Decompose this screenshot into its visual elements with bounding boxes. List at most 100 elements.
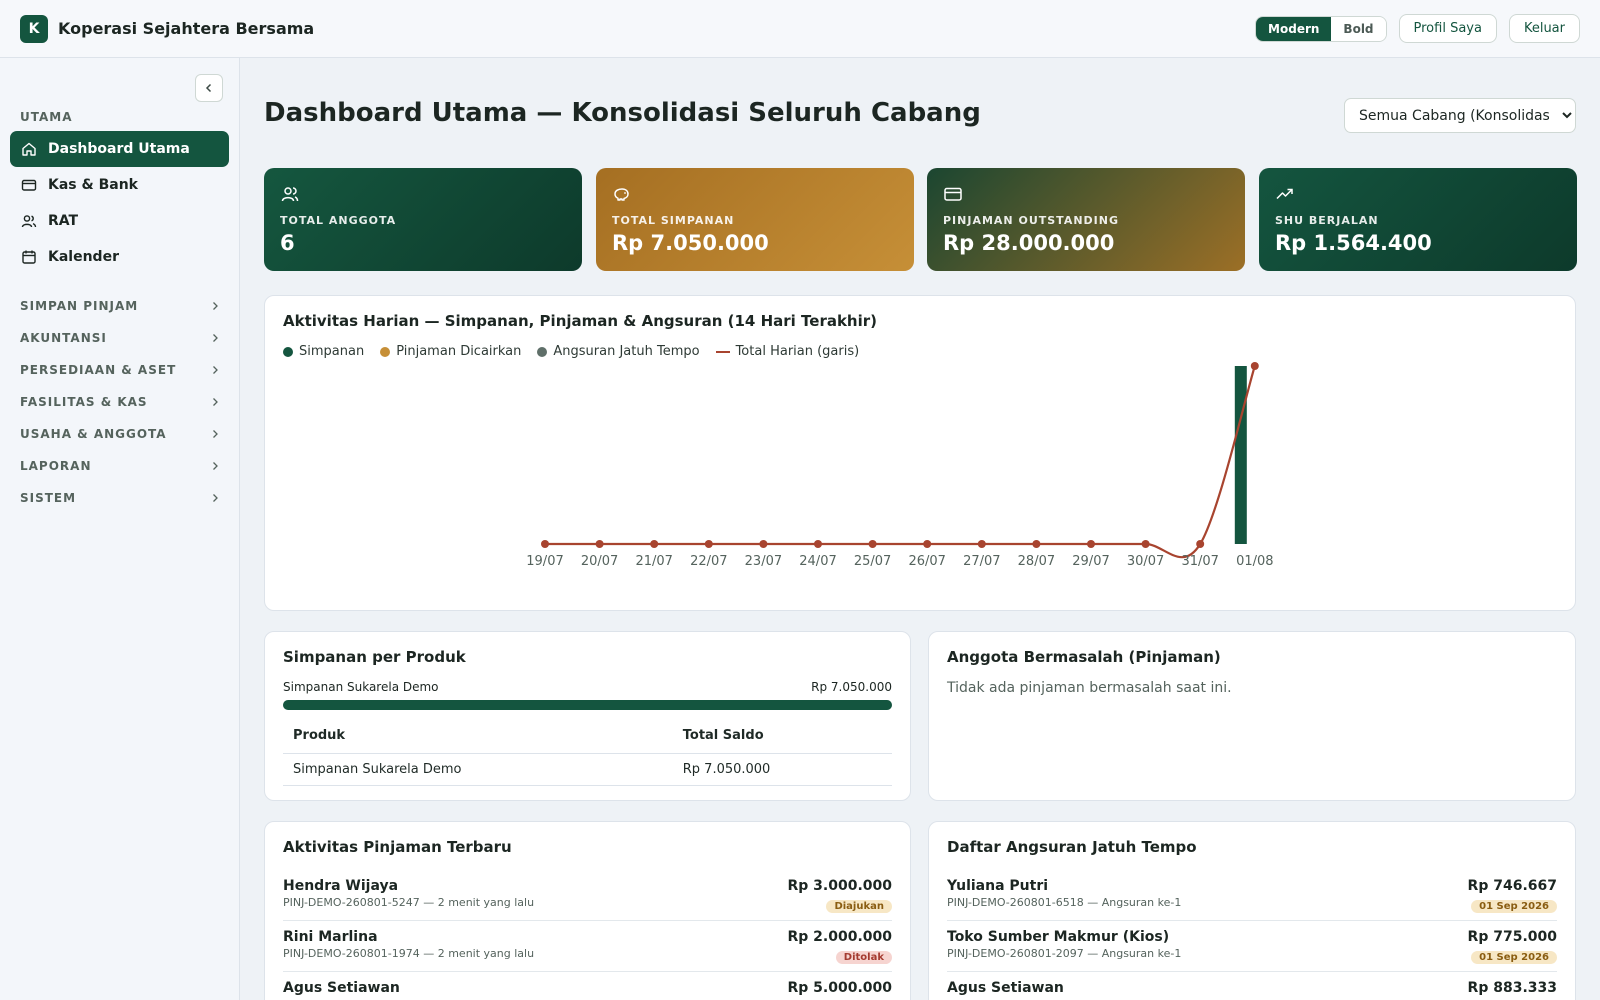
line-point[interactable] bbox=[595, 540, 604, 548]
line-point[interactable] bbox=[650, 540, 659, 548]
legend-item-pinjaman[interactable]: Pinjaman Dicairkan bbox=[380, 344, 521, 359]
product-bar-value: Rp 7.050.000 bbox=[811, 680, 892, 694]
problem-members-card: Anggota Bermasalah (Pinjaman) Tidak ada … bbox=[928, 631, 1576, 801]
table-row: Simpanan Sukarela Demo Rp 7.050.000 bbox=[283, 753, 892, 786]
theme-mode-toggle[interactable]: Modern Bold bbox=[1255, 15, 1387, 42]
list-item[interactable]: Toko Sumber Makmur (Kios) PINJ-DEMO-2608… bbox=[947, 921, 1557, 972]
stat-label: PINJAMAN OUTSTANDING bbox=[943, 214, 1119, 227]
x-tick-label: 19/07 bbox=[526, 554, 563, 569]
installment-reference: PINJ-DEMO-260801-6518 — Angsuran ke-1 bbox=[947, 896, 1182, 909]
column-header-produk: Produk bbox=[283, 718, 673, 754]
sidebar-item-rat[interactable]: RAT bbox=[10, 203, 229, 239]
status-badge: Ditolak bbox=[835, 951, 892, 964]
stat-label: SHU BERJALAN bbox=[1275, 214, 1379, 227]
x-tick-label: 20/07 bbox=[581, 554, 618, 569]
chevron-right-icon bbox=[213, 302, 218, 310]
sidebar-item-kas-bank[interactable]: Kas & Bank bbox=[10, 167, 229, 203]
table-header-row: Produk Total Saldo bbox=[283, 718, 892, 754]
line-point[interactable] bbox=[1087, 540, 1095, 548]
sidebar-group-simpan-pinjam[interactable]: SIMPAN PINJAM bbox=[20, 290, 220, 322]
chart-legend: Simpanan Pinjaman Dicairkan Angsuran Jat… bbox=[283, 344, 1557, 359]
line-point[interactable] bbox=[704, 540, 713, 548]
stat-card-total-anggota: TOTAL ANGGOTA 6 bbox=[264, 168, 582, 271]
sidebar-group-laporan[interactable]: LAPORAN bbox=[20, 450, 220, 482]
line-point[interactable] bbox=[977, 540, 986, 548]
product-table: Produk Total Saldo Simpanan Sukarela Dem… bbox=[283, 718, 892, 786]
loan-amount: Rp 5.000.000 bbox=[787, 980, 892, 996]
mode-modern-button[interactable]: Modern bbox=[1256, 16, 1332, 41]
legend-item-simpanan[interactable]: Simpanan bbox=[283, 344, 364, 359]
sidebar-group-usaha-anggota[interactable]: USAHA & ANGGOTA bbox=[20, 418, 220, 450]
sidebar-group-fasilitas-kas[interactable]: FASILITAS & KAS bbox=[20, 386, 220, 418]
sidebar-item-label: RAT bbox=[48, 213, 79, 229]
card-title: Anggota Bermasalah (Pinjaman) bbox=[947, 648, 1221, 666]
due-date-badge: 01 Sep 2026 bbox=[1471, 900, 1557, 913]
line-point[interactable] bbox=[1141, 540, 1150, 548]
x-tick-label: 01/08 bbox=[1236, 554, 1273, 569]
top-actions: Modern Bold Profil Saya Keluar bbox=[1255, 14, 1580, 43]
chevron-right-icon bbox=[213, 430, 218, 438]
savings-per-product-card: Simpanan per Produk Simpanan Sukarela De… bbox=[264, 631, 911, 801]
sidebar-group-akuntansi[interactable]: AKUNTANSI bbox=[20, 322, 220, 354]
loan-amount: Rp 3.000.000 bbox=[787, 878, 892, 894]
stat-value: Rp 7.050.000 bbox=[612, 231, 769, 255]
sidebar-group-persediaan-aset[interactable]: PERSEDIAAN & ASET bbox=[20, 354, 220, 386]
recent-loans-card: Aktivitas Pinjaman Terbaru Hendra Wijaya… bbox=[264, 821, 911, 1000]
installment-reference: PINJ-DEMO-260801-2097 — Angsuran ke-1 bbox=[947, 947, 1182, 960]
sidebar-group-label: FASILITAS & KAS bbox=[20, 395, 148, 409]
installment-list: Yuliana Putri PINJ-DEMO-260801-6518 — An… bbox=[947, 870, 1557, 1000]
card-icon bbox=[20, 176, 38, 194]
card-title: Aktivitas Pinjaman Terbaru bbox=[283, 838, 512, 856]
logout-button[interactable]: Keluar bbox=[1508, 14, 1580, 43]
legend-item-total[interactable]: Total Harian (garis) bbox=[715, 344, 859, 359]
calendar-icon bbox=[20, 248, 38, 266]
loan-reference: PINJ-DEMO-260801-1974 — 2 menit yang lal… bbox=[283, 947, 535, 960]
x-tick-label: 21/07 bbox=[635, 554, 672, 569]
sidebar-item-label: Kas & Bank bbox=[48, 177, 138, 193]
line-point[interactable] bbox=[541, 540, 549, 548]
stat-card-total-simpanan: TOTAL SIMPANAN Rp 7.050.000 bbox=[596, 168, 914, 271]
sidebar-item-dashboard[interactable]: Dashboard Utama bbox=[10, 131, 229, 167]
loan-member-name: Rini Marlina bbox=[283, 929, 378, 945]
x-tick-label: 29/07 bbox=[1072, 554, 1109, 569]
sidebar-group-sistem[interactable]: SISTEM bbox=[20, 482, 220, 514]
branch-select[interactable]: Semua Cabang (Konsolidasi) bbox=[1344, 98, 1576, 133]
list-item[interactable]: Rini Marlina PINJ-DEMO-260801-1974 — 2 m… bbox=[283, 921, 892, 972]
page-title: Dashboard Utama — Konsolidasi Seluruh Ca… bbox=[264, 98, 981, 128]
legend-swatch bbox=[380, 346, 391, 357]
chevron-right-icon bbox=[213, 334, 218, 342]
line-total-harian bbox=[545, 365, 1256, 559]
loan-member-name: Agus Setiawan bbox=[283, 980, 400, 996]
list-item[interactable]: Agus Setiawan Rp 5.000.000 bbox=[283, 972, 892, 1000]
legend-swatch bbox=[537, 346, 548, 357]
legend-swatch bbox=[715, 350, 730, 353]
sidebar-item-kalender[interactable]: Kalender bbox=[10, 239, 229, 275]
legend-item-angsuran[interactable]: Angsuran Jatuh Tempo bbox=[537, 344, 700, 359]
line-point[interactable] bbox=[1032, 540, 1041, 548]
list-item[interactable]: Agus Setiawan Rp 883.333 bbox=[947, 972, 1557, 1000]
loan-member-name: Hendra Wijaya bbox=[283, 878, 399, 894]
line-point[interactable] bbox=[923, 540, 932, 548]
bar-simpanan[interactable] bbox=[1234, 366, 1247, 544]
line-point[interactable] bbox=[814, 540, 822, 548]
mode-bold-button[interactable]: Bold bbox=[1331, 16, 1386, 41]
app-title: Koperasi Sejahtera Bersama bbox=[58, 19, 315, 38]
list-item[interactable]: Yuliana Putri PINJ-DEMO-260801-6518 — An… bbox=[947, 870, 1557, 921]
daily-activity-card: 19/07 20/07 21/07 22/07 23/07 24/07 25/07 26/07… bbox=[264, 295, 1576, 611]
empty-state-text: Tidak ada pinjaman bermasalah saat ini. bbox=[947, 680, 1232, 696]
line-point[interactable] bbox=[1196, 540, 1205, 548]
home-icon bbox=[20, 140, 38, 158]
sidebar-group-label: USAHA & ANGGOTA bbox=[20, 427, 167, 441]
stat-card-pinjaman-outstanding: PINJAMAN OUTSTANDING Rp 28.000.000 bbox=[927, 168, 1245, 271]
line-point[interactable] bbox=[868, 540, 877, 548]
piggy-bank-icon bbox=[614, 188, 629, 201]
list-item[interactable]: Hendra Wijaya PINJ-DEMO-260801-5247 — 2 … bbox=[283, 870, 892, 921]
profile-button[interactable]: Profil Saya bbox=[1398, 14, 1497, 43]
trending-up-icon bbox=[1276, 188, 1293, 200]
top-bar: K Koperasi Sejahtera Bersama Modern Bold… bbox=[0, 0, 1600, 58]
stat-value: 6 bbox=[280, 231, 295, 255]
sidebar-collapse-button[interactable] bbox=[195, 74, 223, 102]
line-point[interactable] bbox=[1250, 362, 1259, 370]
legend-label: Simpanan bbox=[299, 344, 365, 359]
line-point[interactable] bbox=[759, 540, 768, 548]
